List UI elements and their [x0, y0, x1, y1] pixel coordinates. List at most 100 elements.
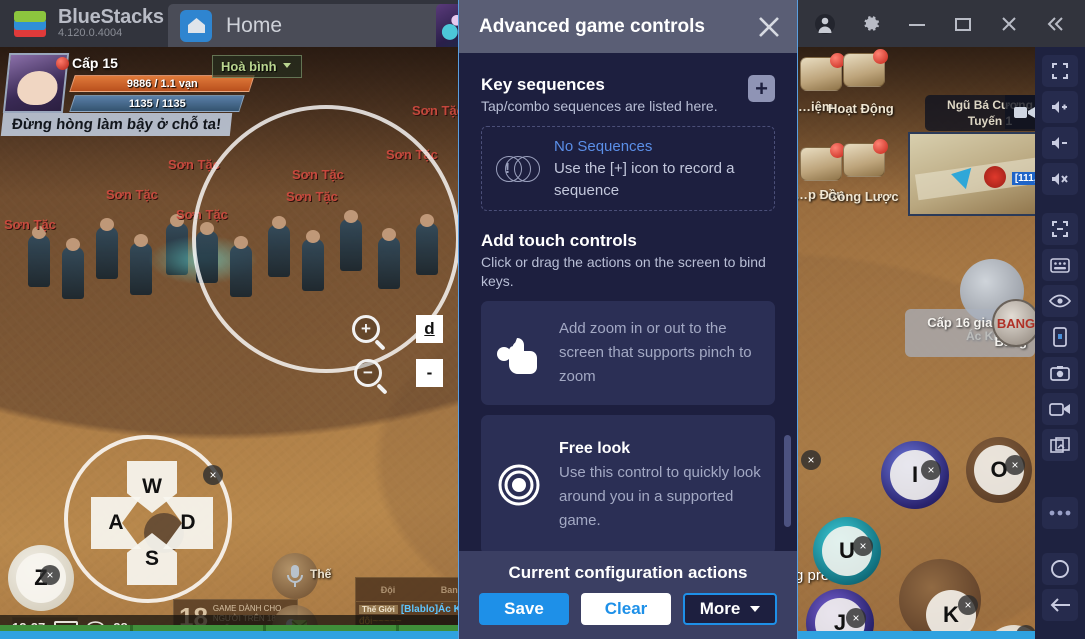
enemy-name: Sơn Tặc — [106, 187, 158, 202]
menu-icon-2[interactable] — [843, 49, 888, 91]
remove-binding-button[interactable]: × — [801, 450, 821, 470]
touch-controls-subtitle: Click or drag the actions on the screen … — [481, 254, 766, 289]
tab-home-label: Home — [226, 13, 283, 37]
dialog-title: Advanced game controls — [479, 15, 705, 37]
remove-binding-button[interactable]: × — [203, 465, 223, 485]
menu-icon-4[interactable] — [843, 139, 888, 181]
zoom-out-icon[interactable]: − — [354, 359, 382, 387]
sequence-rings-icon: ! — [496, 154, 540, 184]
free-look-title: Free look — [559, 440, 631, 457]
no-sequences-title: No Sequences — [554, 137, 653, 155]
chat-sender: [Blablo]Ác K — [400, 604, 461, 615]
volume-up-icon[interactable] — [1042, 91, 1078, 123]
fullscreen-icon[interactable] — [1042, 55, 1078, 87]
more-icon[interactable] — [1042, 497, 1078, 529]
zoom-out-key-label: - — [426, 363, 433, 382]
maximize-icon[interactable] — [941, 6, 985, 42]
chevron-down-icon — [282, 63, 291, 72]
shake-icon[interactable] — [1042, 321, 1078, 353]
touch-controls-heading: Add touch controls — [481, 231, 637, 250]
menu-icon-3[interactable] — [800, 143, 845, 185]
no-sequences-placeholder: ! No Sequences Use the [+] icon to recor… — [481, 126, 775, 211]
key-sequences-heading: Key sequences — [481, 75, 605, 94]
zoom-in-key-label: d — [424, 319, 435, 338]
clear-button[interactable]: Clear — [581, 593, 671, 625]
close-icon[interactable] — [751, 9, 787, 45]
status-dot — [56, 57, 69, 70]
volume-down-icon[interactable] — [1042, 127, 1078, 159]
account-icon[interactable] — [803, 6, 847, 42]
menu-label-4: Công Lược — [828, 189, 899, 204]
peace-mode-button[interactable]: Hoà bình — [212, 55, 302, 78]
volume-mute-icon[interactable] — [1042, 163, 1078, 195]
dialog-scrollbar[interactable] — [784, 435, 791, 551]
free-look-eye-icon — [495, 463, 543, 507]
remove-binding-button[interactable]: × — [921, 460, 941, 480]
remove-binding-button[interactable]: × — [853, 536, 873, 556]
guild-avatar[interactable]: BANG — [992, 299, 1040, 347]
minimize-icon[interactable] — [895, 6, 939, 42]
movement-pad[interactable]: W A S D — [64, 435, 232, 603]
advanced-game-controls-dialog[interactable]: Advanced game controls Key sequences Tap… — [458, 0, 798, 639]
quest-marker — [984, 166, 1006, 188]
emulator-sidebar[interactable] — [1035, 47, 1085, 639]
hp-value: 9886 / 1.1 vạn — [126, 77, 198, 90]
menu-label-2: Hoạt Động — [828, 101, 894, 116]
footer-title: Current configuration actions — [508, 563, 748, 582]
chat-tab-team[interactable]: Đội — [356, 578, 420, 601]
dialog-scrollbar-thumb[interactable] — [784, 435, 791, 527]
pinch-zoom-icon — [495, 332, 543, 374]
collapse-icon[interactable] — [1033, 6, 1077, 42]
mp-bar: 1135 / 1135 — [69, 95, 245, 112]
menu-icon-1[interactable] — [800, 53, 845, 95]
tab-home[interactable]: Home — [168, 4, 458, 47]
key-sequences-subtitle: Tap/combo sequences are listed here. — [481, 98, 718, 114]
zoom-out-keycap[interactable]: - — [416, 359, 443, 387]
save-button[interactable]: Save — [479, 593, 569, 625]
pinch-zoom-desc: Add zoom in or out to the screen that su… — [559, 320, 752, 385]
zoom-in-keycap[interactable]: d — [416, 315, 443, 343]
dialog-header: Advanced game controls — [459, 0, 797, 53]
eye-icon[interactable] — [1042, 285, 1078, 317]
remove-binding-button[interactable]: × — [40, 565, 60, 585]
app-branding: BlueStacks 4.120.0.4004 — [0, 5, 175, 40]
home-circle-icon[interactable] — [1042, 553, 1078, 585]
remove-binding-button[interactable]: × — [846, 608, 866, 628]
window-controls — [803, 0, 1077, 47]
add-sequence-button[interactable]: + — [748, 75, 775, 102]
screenshot-icon[interactable] — [1042, 357, 1078, 389]
rotate-icon[interactable] — [1042, 213, 1078, 245]
bluestacks-window: Sơn Tặc Sơn Tặc Sơn Tặc Sơn Tặc Sơn Tặc … — [0, 0, 1085, 639]
free-look-desc: Use this control to quickly look around … — [559, 464, 761, 529]
back-arrow-icon[interactable] — [1042, 589, 1078, 621]
control-card-free-look[interactable]: Free look Use this control to quickly lo… — [481, 415, 775, 551]
guild-tag: BANG — [996, 315, 1036, 331]
player-level: Cấp 15 — [72, 55, 118, 71]
dialog-footer: Current configuration actions Save Clear… — [459, 551, 797, 639]
home-icon — [180, 9, 212, 42]
dialog-body: Key sequences Tap/combo sequences are li… — [459, 53, 797, 551]
media-manager-icon[interactable] — [1042, 429, 1078, 461]
player-shout: Đừng hòng làm bậy ở chỗ ta! — [0, 113, 233, 136]
keymapping-icon[interactable] — [1042, 249, 1078, 281]
more-button-label: More — [699, 599, 741, 618]
enemy-name: Sơn Tặc — [4, 217, 56, 232]
gear-icon[interactable] — [849, 6, 893, 42]
enemy-name: Sơn Tặc — [412, 103, 464, 118]
no-sequences-desc: Use the [+] icon to record a sequence — [554, 159, 735, 199]
peace-mode-label: Hoà bình — [221, 59, 277, 74]
app-version: 4.120.0.4004 — [58, 26, 123, 39]
close-icon[interactable] — [987, 6, 1031, 42]
chevron-down-icon — [750, 605, 761, 617]
remove-binding-button[interactable]: × — [958, 595, 978, 615]
zoom-in-icon[interactable]: + — [352, 315, 380, 343]
remove-binding-button[interactable]: × — [1005, 455, 1025, 475]
bluestacks-logo-icon — [14, 9, 48, 39]
key-a[interactable]: A — [91, 497, 141, 549]
control-card-pinch-zoom[interactable]: Add zoom in or out to the screen that su… — [481, 301, 775, 405]
chat-channel-tag: Thế Giới — [359, 605, 398, 614]
app-name: BlueStacks — [58, 5, 164, 28]
more-button[interactable]: More — [683, 593, 777, 625]
voice-chat-label: Thế — [310, 567, 332, 581]
record-video-icon[interactable] — [1042, 393, 1078, 425]
